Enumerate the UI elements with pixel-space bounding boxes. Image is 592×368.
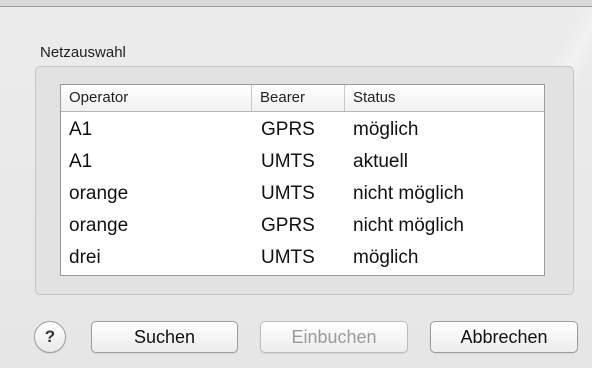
cell-status: aktuell — [353, 151, 408, 172]
table-row[interactable]: orange GPRS nicht möglich — [61, 210, 544, 242]
login-button[interactable]: Einbuchen — [260, 321, 408, 353]
table-body: A1 GPRS möglich A1 UMTS aktuell orange U… — [61, 112, 544, 274]
cell-bearer: UMTS — [261, 151, 315, 172]
table-row[interactable]: orange UMTS nicht möglich — [61, 178, 544, 210]
column-header-bearer[interactable]: Bearer — [251, 85, 344, 111]
cell-bearer: GPRS — [261, 119, 315, 140]
cell-operator: A1 — [69, 119, 93, 140]
cell-bearer: UMTS — [261, 247, 315, 268]
group-title: Netzauswahl — [40, 44, 126, 61]
column-header-operator[interactable]: Operator — [61, 85, 251, 111]
table-row[interactable]: A1 UMTS aktuell — [61, 146, 544, 178]
table-row[interactable]: A1 GPRS möglich — [61, 114, 544, 146]
cell-status: nicht möglich — [353, 183, 464, 204]
table-header: Operator Bearer Status — [61, 85, 544, 112]
cell-status: nicht möglich — [353, 215, 464, 236]
cell-operator: drei — [69, 247, 101, 268]
cell-bearer: GPRS — [261, 215, 315, 236]
cell-operator: A1 — [69, 151, 93, 172]
search-button[interactable]: Suchen — [91, 321, 238, 353]
cell-operator: orange — [69, 183, 129, 204]
table-row[interactable]: drei UMTS möglich — [61, 242, 544, 274]
cell-status: möglich — [353, 247, 419, 268]
network-selection-dialog: Netzauswahl Operator Bearer Status A1 GP… — [0, 6, 592, 368]
cancel-button[interactable]: Abbrechen — [430, 321, 578, 353]
network-table[interactable]: Operator Bearer Status A1 GPRS möglich A… — [60, 84, 545, 276]
cell-status: möglich — [353, 119, 419, 140]
cell-operator: orange — [69, 215, 129, 236]
help-button[interactable]: ? — [34, 321, 66, 353]
cell-bearer: UMTS — [261, 183, 315, 204]
column-header-status[interactable]: Status — [344, 85, 544, 111]
